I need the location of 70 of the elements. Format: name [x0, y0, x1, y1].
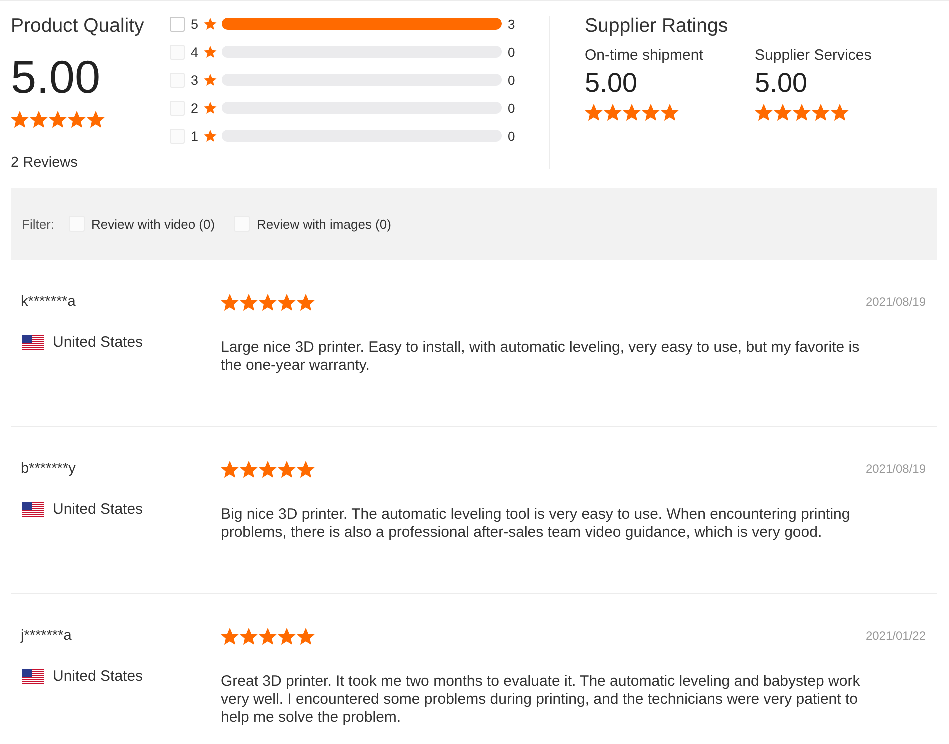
star-icon: [774, 104, 792, 121]
review-text: Large nice 3D printer. Easy to install, with automatic leveling, very easy to use, but my favorite is the one-year warranty.: [220, 339, 861, 375]
star-icon: [296, 294, 315, 311]
review-date: 2021/01/22: [866, 628, 927, 645]
review-text: Big nice 3D printer. The automatic leveling tool is very easy to use. When encountering printing problems, there is also a professional after-sales team video guidance, which is very good.: [220, 506, 852, 542]
star-icon: [204, 130, 217, 142]
star-icon: [220, 294, 239, 311]
star-level-label: 1: [191, 128, 200, 144]
flag-icon: [22, 502, 44, 516]
rating-count: 0: [508, 128, 516, 144]
star-icon: [240, 628, 258, 645]
flag-icon: [22, 668, 44, 684]
star-icon: [623, 104, 641, 121]
star-icon: [204, 18, 217, 30]
star-icon: [661, 104, 679, 121]
star-icon: [204, 46, 217, 58]
country-name: United States: [53, 668, 144, 684]
star-icon: [258, 628, 277, 645]
checkbox[interactable]: [170, 16, 185, 32]
star-icon: [87, 111, 105, 128]
star-icon: [296, 628, 315, 645]
star-level-label: 4: [191, 44, 200, 60]
star-icon: [49, 111, 67, 128]
star-icon: [30, 111, 48, 128]
review-count: 2 Reviews: [11, 154, 79, 173]
rating-count: 0: [508, 100, 516, 116]
star-icon: [642, 104, 660, 121]
star-icon: [812, 104, 830, 121]
star-icon: [204, 74, 217, 86]
star-icon: [220, 461, 239, 478]
star-icon: [11, 111, 29, 128]
star-icon: [220, 628, 239, 645]
star-icon: [296, 461, 315, 478]
country-name: United States: [53, 334, 144, 350]
review-date: 2021/08/19: [866, 461, 927, 478]
metric-label: Supplier Services: [755, 46, 873, 66]
star-icon: [755, 104, 773, 121]
star-icon: [278, 294, 296, 311]
rating-score: 5.00: [585, 67, 639, 99]
star-icon: [204, 102, 217, 114]
rating-count: 0: [508, 44, 516, 60]
star-level-label: 5: [191, 16, 200, 32]
rating-score: 5.00: [11, 51, 102, 103]
section-title: Supplier Ratings: [585, 14, 730, 39]
country-name: United States: [53, 500, 144, 518]
metric-label: On-time shipment: [585, 46, 704, 66]
star-icon: [278, 628, 296, 645]
star-icon: [68, 111, 86, 128]
rating-count: 0: [508, 72, 516, 88]
star-level-label: 3: [191, 72, 200, 88]
rating-score: 5.00: [755, 67, 809, 99]
reviewer-name: k*******a: [21, 293, 77, 312]
star-icon: [258, 294, 277, 311]
star-icon: [831, 104, 849, 121]
star-icon: [585, 104, 603, 121]
review-date: 2021/08/19: [866, 294, 927, 311]
filter-label: Filter:: [22, 216, 54, 232]
flag-icon: [22, 334, 44, 350]
rating-count: 3: [508, 16, 516, 32]
reviewer-name: j*******a: [21, 627, 73, 646]
star-icon: [793, 104, 811, 121]
review-text: Great 3D printer. It took me two months to evaluate it. The automatic leveling and babystep work very well. I encountered some problems during printing, and the technicians were very patient to help me solve the problem.: [220, 673, 862, 727]
section-title: Product Quality: [11, 14, 146, 39]
star-icon: [604, 104, 622, 121]
star-icon: [258, 461, 277, 478]
star-icon: [278, 461, 296, 478]
reviewer-name: b*******y: [21, 460, 77, 479]
star-icon: [240, 294, 258, 311]
star-level-label: 2: [191, 100, 200, 116]
star-icon: [240, 461, 258, 478]
